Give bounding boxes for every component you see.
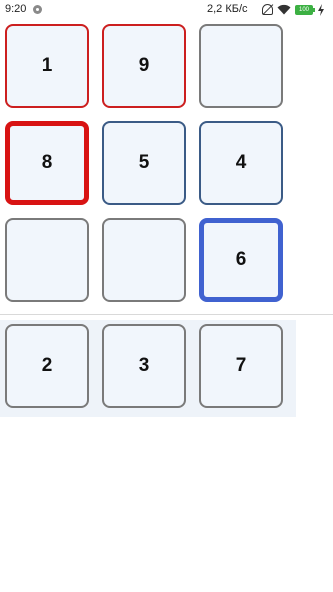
tray-tile[interactable]: 7 (199, 324, 283, 408)
status-time: 9:20 (5, 3, 27, 15)
battery-level: 100 (298, 6, 309, 13)
app-notification-icon (33, 5, 42, 14)
empty-board-cell[interactable] (102, 218, 186, 302)
network-speed: 2,2 КБ/с (207, 3, 248, 15)
battery-icon: 100 (295, 4, 315, 15)
silent-icon (262, 4, 273, 15)
board-cell[interactable]: 4 (199, 121, 283, 205)
tile-tray: 2 3 7 (0, 320, 296, 417)
game-screen: 9:20 2,2 КБ/с 100 1 9 8 5 4 6 2 3 7 (0, 0, 333, 592)
game-board: 1 9 8 5 4 6 (0, 20, 333, 310)
empty-board-cell[interactable] (5, 218, 89, 302)
divider (0, 314, 333, 315)
wifi-icon (277, 4, 291, 15)
selected-board-cell[interactable]: 6 (199, 218, 283, 302)
status-icons: 100 (262, 3, 325, 16)
empty-board-cell[interactable] (199, 24, 283, 108)
charging-bolt-icon (318, 3, 324, 16)
selected-board-cell[interactable]: 8 (5, 121, 89, 205)
tray-tile[interactable]: 3 (102, 324, 186, 408)
board-cell[interactable]: 5 (102, 121, 186, 205)
status-bar: 9:20 2,2 КБ/с 100 (0, 0, 333, 20)
board-cell[interactable]: 1 (5, 24, 89, 108)
board-cell[interactable]: 9 (102, 24, 186, 108)
tray-tile[interactable]: 2 (5, 324, 89, 408)
